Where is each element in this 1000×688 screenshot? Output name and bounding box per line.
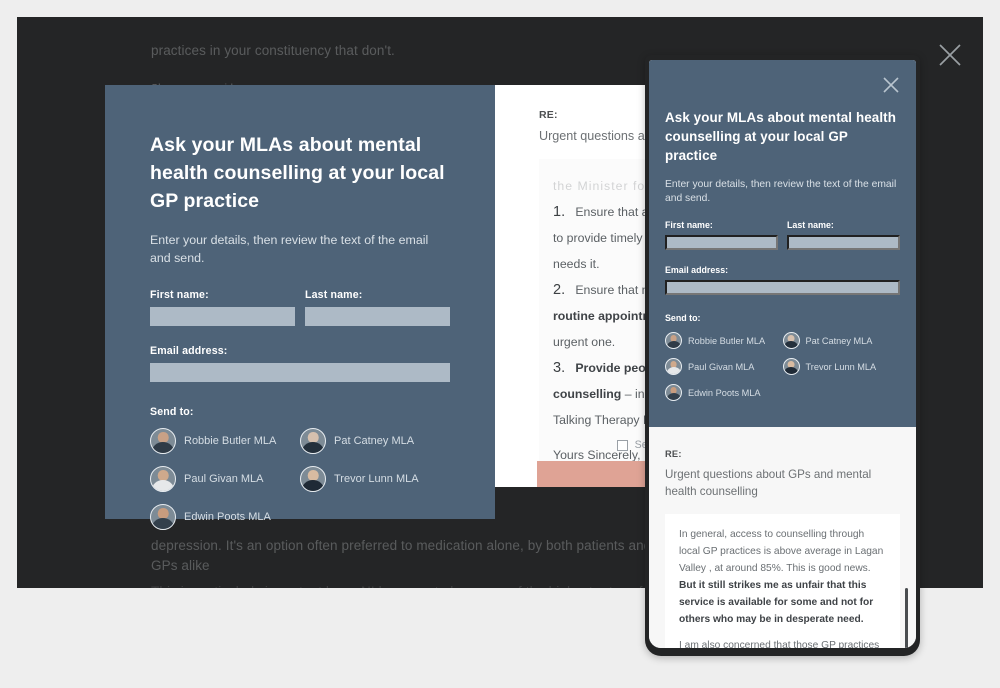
email-field-group: Email address: <box>150 345 450 382</box>
mobile-last-name-label: Last name: <box>787 220 834 230</box>
recipient-item[interactable]: Pat Catney MLA <box>782 332 901 349</box>
recipient-name: Robbie Butler MLA <box>184 435 277 447</box>
email-panel-footer: Select t <box>495 439 670 487</box>
recipient-list: Robbie Butler MLA Pat Catney MLA Paul Gi… <box>150 428 450 530</box>
mobile-modal-card: Ask your MLAs about mental health counse… <box>649 60 916 427</box>
recipient-name: Robbie Butler MLA <box>688 335 766 346</box>
avatar <box>150 504 176 530</box>
name-fields-row: First name: Last name: <box>150 289 450 326</box>
mobile-email-paragraph-2: I am also concerned that those GP practi… <box>679 640 880 648</box>
mobile-email-p1-bold: But it still strikes me as unfair that t… <box>679 580 874 625</box>
list-number-1: 1. <box>553 204 566 220</box>
mobile-email-paragraph-1: In general, access to counselling throug… <box>679 526 886 628</box>
avatar <box>150 466 176 492</box>
mobile-first-name-group: First name: <box>665 220 778 250</box>
mobile-email-re-label: RE: <box>665 449 682 459</box>
mobile-subtitle: Enter your details, then review the text… <box>665 179 897 204</box>
list-number-2: 2. <box>553 282 566 298</box>
recipient-name: Edwin Poots MLA <box>184 511 271 523</box>
list-item-3-bold-2: counselling <box>553 387 622 401</box>
email-address-input[interactable] <box>150 363 450 382</box>
recipient-name: Pat Catney MLA <box>334 435 415 447</box>
recipient-name: Pat Catney MLA <box>805 335 873 346</box>
background-paragraph-2: depression. It's an option often preferr… <box>151 538 652 553</box>
recipient-item[interactable]: Edwin Poots MLA <box>150 504 300 530</box>
close-icon[interactable] <box>933 38 967 72</box>
mobile-last-name-input[interactable] <box>787 235 900 250</box>
mobile-screen: Ask your MLAs about mental health counse… <box>649 60 916 648</box>
recipient-item[interactable]: Robbie Butler MLA <box>665 332 783 349</box>
background-paragraph-1: practices in your constituency that don'… <box>151 43 395 58</box>
mobile-email-field-group: Email address: <box>665 265 900 295</box>
first-name-input[interactable] <box>150 307 295 326</box>
mobile-email-address-label: Email address: <box>665 265 729 275</box>
email-preview-panel: RE: Urgent questions about the Minister … <box>495 85 670 487</box>
email-address-label: Email address: <box>150 345 228 357</box>
recipient-item[interactable]: Paul Givan MLA <box>665 358 783 375</box>
mobile-recipient-list: Robbie Butler MLA Pat Catney MLA Paul Gi… <box>665 332 900 401</box>
list-number-3: 3. <box>553 360 566 376</box>
mobile-name-fields-row: First name: Last name: <box>665 220 900 250</box>
mobile-send-to-label: Send to: <box>665 313 701 323</box>
mobile-last-name-group: Last name: <box>787 220 900 250</box>
recipient-item[interactable]: Pat Catney MLA <box>300 428 450 454</box>
background-paragraph-4: This is particularly important here. NI … <box>151 582 643 588</box>
page-title: Ask your MLAs about mental health counse… <box>150 134 445 212</box>
send-to-label: Send to: <box>150 406 194 418</box>
mobile-device-frame: Ask your MLAs about mental health counse… <box>645 55 920 656</box>
modal-subtitle: Enter your details, then review the text… <box>150 233 429 265</box>
recipient-item[interactable]: Robbie Butler MLA <box>150 428 300 454</box>
recipient-item[interactable]: Edwin Poots MLA <box>665 384 783 401</box>
last-name-label: Last name: <box>305 289 363 301</box>
mobile-first-name-label: First name: <box>665 220 713 230</box>
avatar <box>782 358 800 375</box>
close-icon[interactable] <box>878 72 904 98</box>
recipient-name: Paul Givan MLA <box>688 361 755 372</box>
mobile-page-title: Ask your MLAs about mental health counse… <box>665 110 896 163</box>
mobile-email-p1-plain: In general, access to counselling throug… <box>679 529 884 574</box>
avatar <box>782 332 800 349</box>
list-item-1-text: Ensure that all <box>575 205 654 219</box>
avatar <box>300 466 326 492</box>
scrollbar-thumb[interactable] <box>905 588 908 648</box>
mobile-email-preview: RE: Urgent questions about GPs and menta… <box>649 427 916 648</box>
first-name-label: First name: <box>150 289 209 301</box>
desktop-modal-card: Ask your MLAs about mental health counse… <box>105 85 495 530</box>
avatar <box>300 428 326 454</box>
background-paragraph-3: GPs alike <box>151 558 210 573</box>
recipient-name: Edwin Poots MLA <box>688 387 761 398</box>
recipient-item[interactable]: Trevor Lunn MLA <box>300 466 450 492</box>
recipient-item[interactable]: Trevor Lunn MLA <box>782 358 901 375</box>
avatar <box>665 358 682 375</box>
first-name-group: First name: <box>150 289 295 326</box>
avatar <box>665 332 682 349</box>
recipient-name: Trevor Lunn MLA <box>805 361 877 372</box>
avatar <box>665 384 682 401</box>
mobile-email-address-input[interactable] <box>665 280 900 295</box>
select-checkbox-row[interactable]: Select t <box>495 439 670 451</box>
recipient-item[interactable]: Paul Givan MLA <box>150 466 300 492</box>
mobile-email-subject: Urgent questions about GPs and mental he… <box>665 468 872 498</box>
recipient-name: Paul Givan MLA <box>184 473 264 485</box>
avatar <box>150 428 176 454</box>
mobile-first-name-input[interactable] <box>665 235 778 250</box>
last-name-group: Last name: <box>305 289 450 326</box>
screenshot-root: practices in your constituency that don'… <box>0 0 1000 688</box>
last-name-input[interactable] <box>305 307 450 326</box>
mobile-email-body[interactable]: In general, access to counselling throug… <box>665 514 908 648</box>
recipient-name: Trevor Lunn MLA <box>334 473 419 485</box>
checkbox-unchecked-icon[interactable] <box>616 439 628 451</box>
